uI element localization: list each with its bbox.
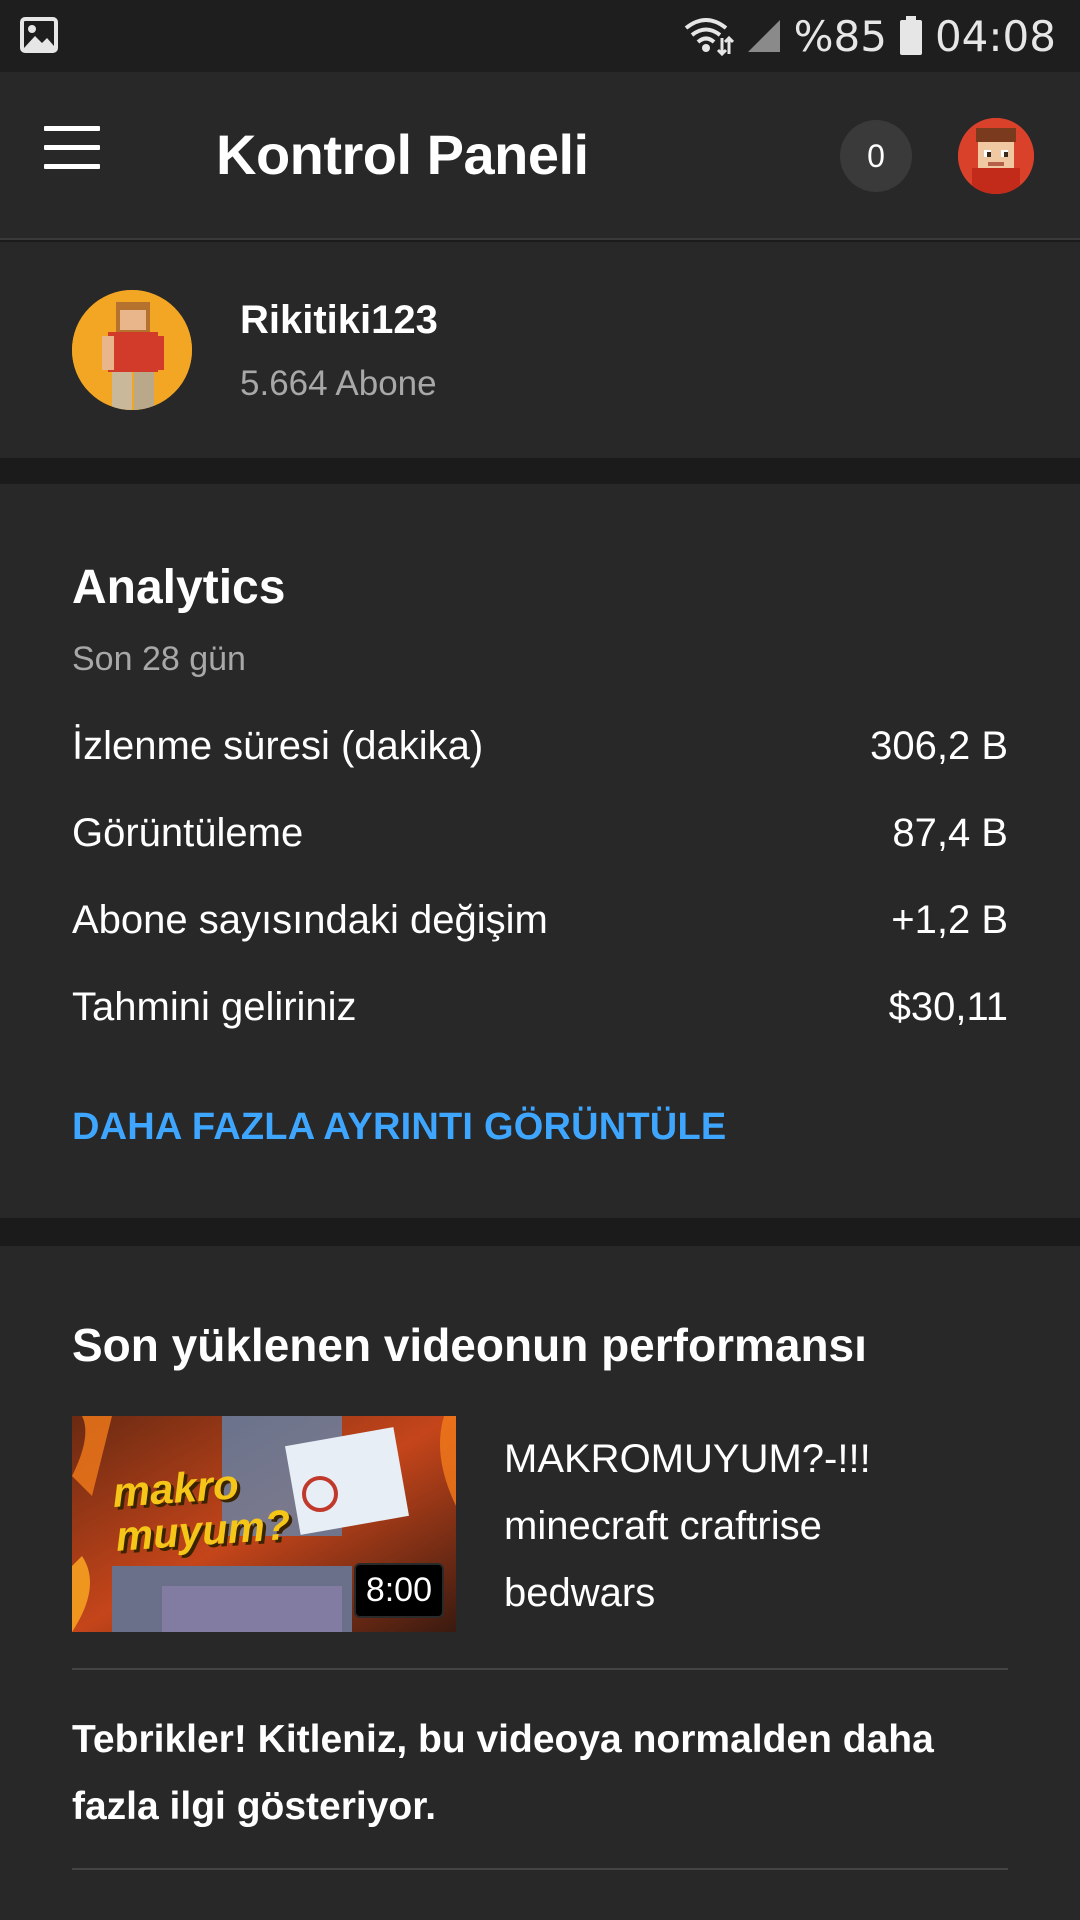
view-more-details-link[interactable]: DAHA FAZLA AYRINTI GÖRÜNTÜLE — [72, 1106, 726, 1149]
analytics-title: Analytics — [72, 561, 286, 614]
metric-value: 306,2 B — [870, 723, 1008, 768]
video-thumbnail[interactable]: makro muyum? 8:00 — [72, 1416, 456, 1632]
video-title-line: MAKROMUYUM?-!!! — [504, 1437, 871, 1481]
channel-avatar — [72, 290, 192, 410]
clock: 04:08 — [934, 11, 1056, 61]
account-avatar[interactable] — [958, 118, 1034, 194]
subscriber-count: 5.664 Abone — [240, 364, 437, 403]
video-title-line: minecraft craftrise — [504, 1504, 822, 1548]
metric-label: İzlenme süresi (dakika) — [72, 723, 484, 768]
performance-message-line: fazla ilgi gösteriyor. — [72, 1785, 437, 1828]
channel-card[interactable]: Rikitiki123 5.664 Abone — [0, 242, 1080, 458]
metric-value: $30,11 — [888, 984, 1008, 1029]
metric-label: Tahmini geliriniz — [72, 984, 357, 1029]
video-title-line: bedwars — [504, 1571, 656, 1615]
metric-row-revenue: Tahmini geliriniz $30,11 — [72, 977, 1008, 1037]
divider — [72, 1868, 1008, 1870]
metric-row-subscriber-change: Abone sayısındaki değişim +1,2 B — [72, 890, 1008, 950]
latest-video-card: Son yüklenen videonun performansı makro … — [0, 1246, 1080, 1920]
status-bar: %85 04:08 — [0, 0, 1080, 72]
metric-row-watch-time: İzlenme süresi (dakika) 306,2 B — [72, 716, 1008, 776]
thumbnail-text: makro muyum? — [111, 1460, 292, 1560]
battery-icon — [899, 16, 923, 56]
video-duration: 8:00 — [353, 1563, 444, 1618]
notifications-button[interactable]: 0 — [840, 120, 912, 192]
metric-label: Abone sayısındaki değişim — [72, 897, 548, 942]
notifications-count: 0 — [867, 137, 885, 174]
metric-value: +1,2 B — [891, 897, 1008, 942]
hamburger-menu-icon[interactable] — [44, 126, 114, 176]
image-icon — [20, 16, 58, 54]
analytics-card: Analytics Son 28 gün İzlenme süresi (dak… — [0, 484, 1080, 1218]
page-title: Kontrol Paneli — [216, 123, 589, 186]
signal-icon — [746, 18, 782, 54]
metric-label: Görüntüleme — [72, 810, 304, 855]
app-bar: Kontrol Paneli 0 — [0, 72, 1080, 240]
metric-value: 87,4 B — [892, 810, 1008, 855]
metric-row-views: Görüntüleme 87,4 B — [72, 803, 1008, 863]
wifi-icon — [682, 16, 734, 56]
analytics-period: Son 28 gün — [72, 640, 246, 678]
battery-percent: %85 — [793, 11, 887, 61]
channel-name: Rikitiki123 — [240, 298, 438, 342]
performance-message: Tebrikler! Kitleniz, bu videoya normalde… — [72, 1706, 1008, 1840]
video-title[interactable]: MAKROMUYUM?-!!! minecraft craftrise bedw… — [504, 1426, 1024, 1627]
latest-video-heading: Son yüklenen videonun performansı — [72, 1319, 867, 1371]
performance-message-line: Tebrikler! Kitleniz, bu videoya normalde… — [72, 1718, 934, 1761]
divider — [72, 1668, 1008, 1670]
